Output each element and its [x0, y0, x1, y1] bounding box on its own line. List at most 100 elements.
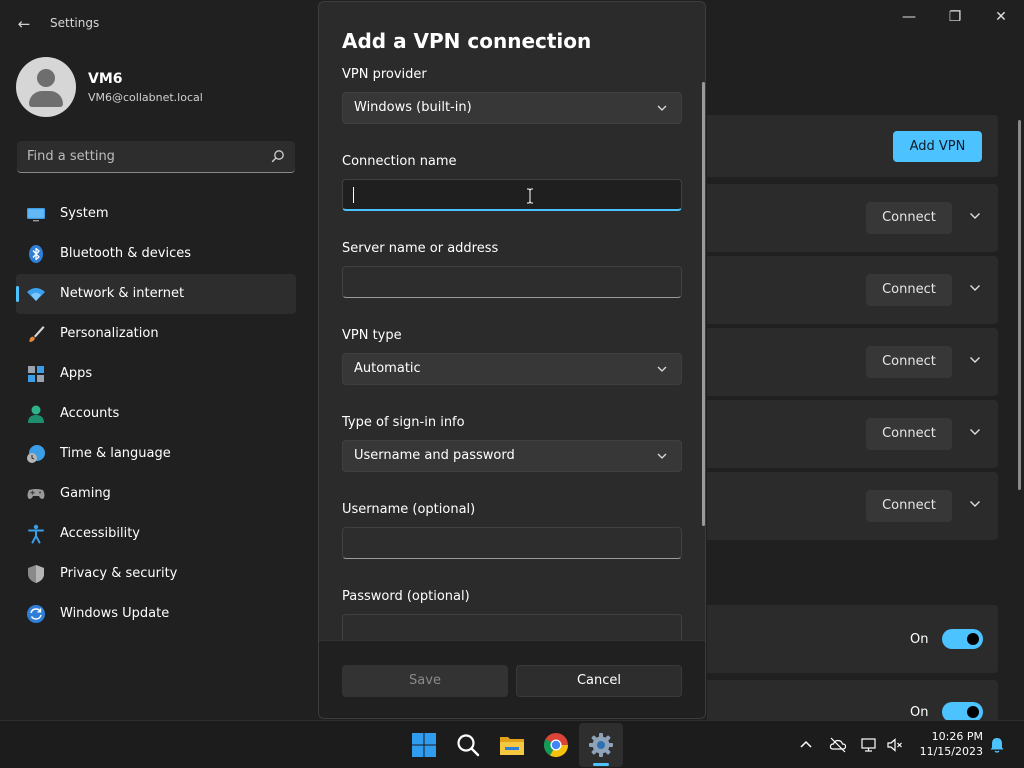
- accessibility-icon: [28, 524, 44, 544]
- vpn-type-value: Automatic: [354, 361, 421, 376]
- chrome-icon[interactable]: [540, 729, 572, 761]
- sidebar-item-time-language[interactable]: Time & language: [16, 434, 296, 474]
- sidebar-item-system[interactable]: System: [16, 194, 296, 234]
- sidebar-item-accounts[interactable]: Accounts: [16, 394, 296, 434]
- search-icon: [271, 150, 284, 163]
- toggle-switch[interactable]: [942, 702, 983, 722]
- sidebar-item-apps[interactable]: Apps: [16, 354, 296, 394]
- signin-type-value: Username and password: [354, 448, 515, 463]
- paintbrush-icon: [29, 326, 45, 342]
- settings-gear-icon[interactable]: [585, 729, 617, 761]
- chevron-down-icon: [657, 105, 667, 111]
- chevron-down-icon[interactable]: [969, 498, 981, 510]
- username-input[interactable]: [342, 527, 682, 559]
- sidebar-item-privacy[interactable]: Privacy & security: [16, 554, 296, 594]
- user-email: VM6@collabnet.local: [88, 91, 203, 104]
- server-label: Server name or address: [342, 241, 499, 256]
- notification-bell-icon[interactable]: [988, 736, 1006, 754]
- sidebar-item-label: Network & internet: [60, 286, 185, 301]
- sidebar-item-label: Personalization: [60, 326, 159, 341]
- vpn-content: Add VPN Connect Connect Connect Connect …: [707, 0, 1024, 748]
- username-label: Username (optional): [342, 502, 476, 517]
- avatar: [16, 57, 76, 117]
- add-vpn-dialog: Add a VPN connection VPN provider Window…: [318, 1, 706, 719]
- chevron-down-icon[interactable]: [969, 282, 981, 294]
- connect-button[interactable]: Connect: [866, 418, 952, 450]
- sidebar-item-label: Windows Update: [60, 606, 170, 621]
- toggle-state-label: On: [910, 705, 929, 720]
- monitor-icon: [27, 208, 45, 222]
- gamepad-icon: [27, 489, 45, 499]
- connection-name-label: Connection name: [342, 154, 457, 169]
- cloud-offline-icon[interactable]: [829, 736, 847, 754]
- connect-button[interactable]: Connect: [866, 202, 952, 234]
- signin-type-select[interactable]: Username and password: [342, 440, 682, 472]
- cancel-button[interactable]: Cancel: [516, 665, 682, 697]
- save-button[interactable]: Save: [342, 665, 508, 697]
- text-caret: [353, 187, 354, 203]
- content-scrollbar[interactable]: [1018, 120, 1021, 490]
- bluetooth-icon: [29, 245, 43, 263]
- apps-icon: [28, 366, 44, 382]
- active-app-indicator: [593, 763, 609, 766]
- volume-muted-icon[interactable]: [886, 736, 904, 754]
- sidebar-nav: System Bluetooth & devices Network & int…: [16, 194, 296, 634]
- server-address-input[interactable]: [342, 266, 682, 298]
- sidebar-item-label: Bluetooth & devices: [60, 246, 191, 261]
- sidebar-item-label: Apps: [60, 366, 93, 381]
- connection-name-input[interactable]: [342, 179, 682, 211]
- search-placeholder: Find a setting: [27, 149, 115, 164]
- vpn-connection-row[interactable]: Connect: [707, 472, 998, 540]
- vpn-connection-row[interactable]: Connect: [707, 184, 998, 252]
- globe-clock-icon: [27, 445, 45, 463]
- vpn-type-label: VPN type: [342, 328, 402, 343]
- back-button[interactable]: ←: [10, 12, 38, 36]
- vpn-connection-row[interactable]: Connect: [707, 400, 998, 468]
- chevron-down-icon[interactable]: [969, 426, 981, 438]
- vpn-provider-value: Windows (built-in): [354, 100, 472, 115]
- connect-button[interactable]: Connect: [866, 274, 952, 306]
- network-icon[interactable]: [860, 736, 878, 754]
- dialog-title: Add a VPN connection: [342, 29, 592, 53]
- sidebar-item-label: Privacy & security: [60, 566, 178, 581]
- add-vpn-button[interactable]: Add VPN: [893, 131, 982, 162]
- sidebar-item-accessibility[interactable]: Accessibility: [16, 514, 296, 554]
- file-explorer-icon[interactable]: [496, 729, 528, 761]
- chevron-down-icon: [657, 366, 667, 372]
- vpn-connection-row[interactable]: Connect: [707, 328, 998, 396]
- vpn-provider-label: VPN provider: [342, 67, 427, 82]
- wifi-icon: [27, 288, 45, 301]
- vpn-type-select[interactable]: Automatic: [342, 353, 682, 385]
- user-profile[interactable]: VM6 VM6@collabnet.local: [16, 57, 306, 117]
- person-icon: [28, 405, 44, 423]
- windows-start-icon[interactable]: [408, 729, 440, 761]
- sidebar-item-bluetooth[interactable]: Bluetooth & devices: [16, 234, 296, 274]
- chevron-down-icon[interactable]: [969, 210, 981, 222]
- connect-button[interactable]: Connect: [866, 490, 952, 522]
- sidebar-item-label: Accessibility: [60, 526, 140, 541]
- connect-button[interactable]: Connect: [866, 346, 952, 378]
- system-clock[interactable]: 10:26 PM 11/15/2023: [913, 729, 983, 759]
- sidebar-item-windows-update[interactable]: Windows Update: [16, 594, 296, 634]
- chevron-up-icon[interactable]: [797, 736, 815, 754]
- vpn-connection-row[interactable]: Connect: [707, 256, 998, 324]
- chevron-down-icon[interactable]: [969, 354, 981, 366]
- search-icon[interactable]: [452, 729, 484, 761]
- setting-toggle-row: On: [707, 605, 998, 673]
- search-input[interactable]: Find a setting: [17, 141, 295, 173]
- clock-time: 10:26 PM: [931, 730, 983, 743]
- sidebar-item-label: Gaming: [60, 486, 111, 501]
- chevron-down-icon: [657, 453, 667, 459]
- update-icon: [27, 605, 45, 623]
- sidebar-item-gaming[interactable]: Gaming: [16, 474, 296, 514]
- toggle-switch[interactable]: [942, 629, 983, 649]
- sidebar-item-personalization[interactable]: Personalization: [16, 314, 296, 354]
- ibeam-cursor-icon: [527, 188, 533, 204]
- user-name: VM6: [88, 71, 123, 87]
- sidebar-item-label: Accounts: [60, 406, 120, 421]
- sidebar-item-network[interactable]: Network & internet: [16, 274, 296, 314]
- vpn-provider-select[interactable]: Windows (built-in): [342, 92, 682, 124]
- dialog-scrollbar[interactable]: [702, 82, 705, 526]
- clock-date: 11/15/2023: [919, 745, 983, 758]
- signin-type-label: Type of sign-in info: [342, 415, 465, 430]
